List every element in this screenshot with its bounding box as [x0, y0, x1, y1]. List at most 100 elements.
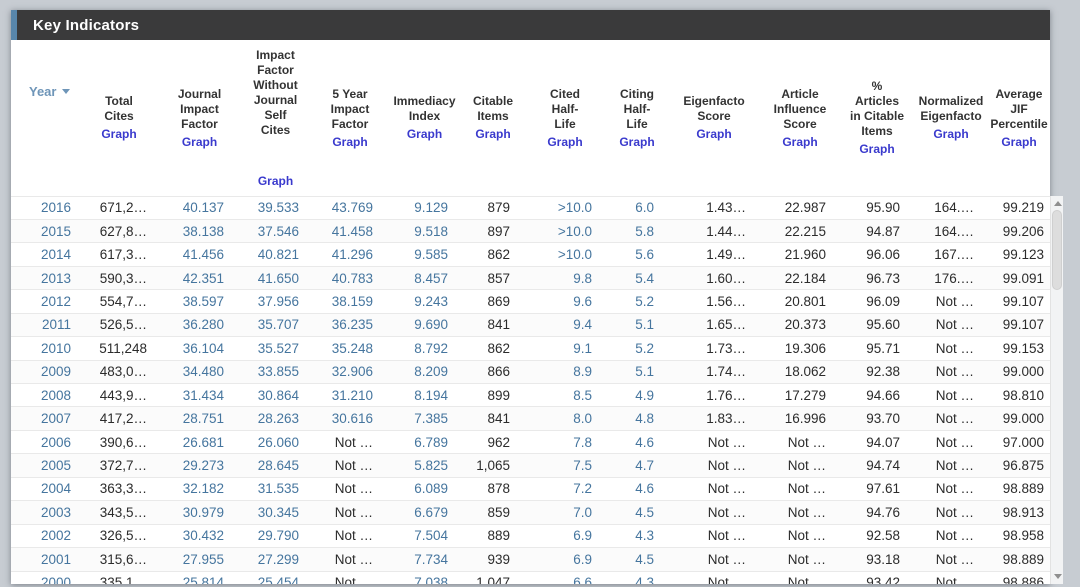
sort-descending-icon[interactable]: [62, 89, 70, 94]
impact-factor-without-journal-self-cites-cell[interactable]: 35.527: [238, 337, 313, 360]
citing-half-life-cell[interactable]: 5.8: [606, 219, 668, 242]
year-cell[interactable]: 2008: [11, 384, 77, 407]
journal-impact-factor-cell[interactable]: 36.280: [161, 313, 238, 336]
cited-half-life-cell[interactable]: 9.8: [524, 266, 606, 289]
citing-half-life-cell[interactable]: 4.8: [606, 407, 668, 430]
year-cell[interactable]: 2015: [11, 219, 77, 242]
immediacy-index-cell[interactable]: 6.789: [387, 430, 462, 453]
impact-factor-without-journal-self-cites-cell[interactable]: 33.855: [238, 360, 313, 383]
cited-half-life-cell[interactable]: 7.0: [524, 501, 606, 524]
impact-factor-without-journal-self-cites-cell[interactable]: 35.707: [238, 313, 313, 336]
journal-impact-factor-cell[interactable]: 30.979: [161, 501, 238, 524]
graph-link-five-year-impact-factor[interactable]: Graph: [315, 135, 385, 149]
graph-link-average-jif-percentile[interactable]: Graph: [990, 135, 1048, 149]
graph-link-impact-factor-without-journal-self-cites[interactable]: Graph: [240, 174, 311, 188]
immediacy-index-cell[interactable]: 8.792: [387, 337, 462, 360]
year-cell[interactable]: 2002: [11, 524, 77, 547]
scroll-down-icon[interactable]: [1054, 574, 1062, 579]
impact-factor-without-journal-self-cites-cell[interactable]: 28.263: [238, 407, 313, 430]
citing-half-life-cell[interactable]: 4.6: [606, 477, 668, 500]
year-cell[interactable]: 2013: [11, 266, 77, 289]
immediacy-index-cell[interactable]: 6.089: [387, 477, 462, 500]
citing-half-life-cell[interactable]: 5.1: [606, 360, 668, 383]
journal-impact-factor-cell[interactable]: 34.480: [161, 360, 238, 383]
year-cell[interactable]: 2007: [11, 407, 77, 430]
impact-factor-without-journal-self-cites-cell[interactable]: 39.533: [238, 196, 313, 219]
immediacy-index-cell[interactable]: 8.209: [387, 360, 462, 383]
citing-half-life-cell[interactable]: 4.7: [606, 454, 668, 477]
journal-impact-factor-cell[interactable]: 30.432: [161, 524, 238, 547]
cited-half-life-cell[interactable]: 8.9: [524, 360, 606, 383]
journal-impact-factor-cell[interactable]: 42.351: [161, 266, 238, 289]
cited-half-life-cell[interactable]: 6.6: [524, 571, 606, 584]
impact-factor-without-journal-self-cites-cell[interactable]: 41.650: [238, 266, 313, 289]
year-cell[interactable]: 2012: [11, 290, 77, 313]
graph-link-total-cites[interactable]: Graph: [79, 127, 159, 141]
immediacy-index-cell[interactable]: 7.734: [387, 548, 462, 571]
impact-factor-without-journal-self-cites-cell[interactable]: 26.060: [238, 430, 313, 453]
cited-half-life-cell[interactable]: >10.0: [524, 243, 606, 266]
year-cell[interactable]: 2005: [11, 454, 77, 477]
five-year-impact-factor-cell[interactable]: 36.235: [313, 313, 387, 336]
journal-impact-factor-cell[interactable]: 36.104: [161, 337, 238, 360]
journal-impact-factor-cell[interactable]: 28.751: [161, 407, 238, 430]
graph-link-article-influence-score[interactable]: Graph: [762, 135, 838, 149]
immediacy-index-cell[interactable]: 7.385: [387, 407, 462, 430]
five-year-impact-factor-cell[interactable]: 32.906: [313, 360, 387, 383]
graph-link-pct-articles-in-citable-items[interactable]: Graph: [842, 142, 912, 156]
citing-half-life-cell[interactable]: 4.3: [606, 524, 668, 547]
immediacy-index-cell[interactable]: 7.038: [387, 571, 462, 584]
year-cell[interactable]: 2016: [11, 196, 77, 219]
year-cell[interactable]: 2006: [11, 430, 77, 453]
citing-half-life-cell[interactable]: 5.1: [606, 313, 668, 336]
cited-half-life-cell[interactable]: 8.5: [524, 384, 606, 407]
cited-half-life-cell[interactable]: 7.8: [524, 430, 606, 453]
immediacy-index-cell[interactable]: 5.825: [387, 454, 462, 477]
journal-impact-factor-cell[interactable]: 40.137: [161, 196, 238, 219]
citing-half-life-cell[interactable]: 4.5: [606, 548, 668, 571]
year-cell[interactable]: 2001: [11, 548, 77, 571]
journal-impact-factor-cell[interactable]: 26.681: [161, 430, 238, 453]
journal-impact-factor-cell[interactable]: 41.456: [161, 243, 238, 266]
impact-factor-without-journal-self-cites-cell[interactable]: 27.299: [238, 548, 313, 571]
year-cell[interactable]: 2014: [11, 243, 77, 266]
journal-impact-factor-cell[interactable]: 29.273: [161, 454, 238, 477]
five-year-impact-factor-cell[interactable]: 43.769: [313, 196, 387, 219]
journal-impact-factor-cell[interactable]: 38.597: [161, 290, 238, 313]
five-year-impact-factor-cell[interactable]: 41.296: [313, 243, 387, 266]
graph-link-normalized-eigenfactor[interactable]: Graph: [916, 127, 986, 141]
cited-half-life-cell[interactable]: >10.0: [524, 196, 606, 219]
year-cell[interactable]: 2010: [11, 337, 77, 360]
year-cell[interactable]: 2004: [11, 477, 77, 500]
year-cell[interactable]: 2000: [11, 571, 77, 584]
cited-half-life-cell[interactable]: 6.9: [524, 548, 606, 571]
citing-half-life-cell[interactable]: 5.4: [606, 266, 668, 289]
immediacy-index-cell[interactable]: 9.585: [387, 243, 462, 266]
five-year-impact-factor-cell[interactable]: 35.248: [313, 337, 387, 360]
impact-factor-without-journal-self-cites-cell[interactable]: 28.645: [238, 454, 313, 477]
graph-link-journal-impact-factor[interactable]: Graph: [163, 135, 236, 149]
immediacy-index-cell[interactable]: 9.690: [387, 313, 462, 336]
impact-factor-without-journal-self-cites-cell[interactable]: 29.790: [238, 524, 313, 547]
cited-half-life-cell[interactable]: 9.1: [524, 337, 606, 360]
immediacy-index-cell[interactable]: 9.129: [387, 196, 462, 219]
citing-half-life-cell[interactable]: 5.2: [606, 337, 668, 360]
impact-factor-without-journal-self-cites-cell[interactable]: 25.454: [238, 571, 313, 584]
impact-factor-without-journal-self-cites-cell[interactable]: 40.821: [238, 243, 313, 266]
citing-half-life-cell[interactable]: 5.6: [606, 243, 668, 266]
journal-impact-factor-cell[interactable]: 38.138: [161, 219, 238, 242]
immediacy-index-cell[interactable]: 9.243: [387, 290, 462, 313]
vertical-scrollbar[interactable]: [1050, 196, 1063, 584]
cited-half-life-cell[interactable]: 8.0: [524, 407, 606, 430]
immediacy-index-cell[interactable]: 8.194: [387, 384, 462, 407]
impact-factor-without-journal-self-cites-cell[interactable]: 37.956: [238, 290, 313, 313]
scroll-up-icon[interactable]: [1054, 201, 1062, 206]
citing-half-life-cell[interactable]: 4.9: [606, 384, 668, 407]
journal-impact-factor-cell[interactable]: 31.434: [161, 384, 238, 407]
graph-link-cited-half-life[interactable]: Graph: [526, 135, 604, 149]
col-header-year[interactable]: Year: [11, 40, 77, 196]
cited-half-life-cell[interactable]: 9.4: [524, 313, 606, 336]
journal-impact-factor-cell[interactable]: 25.814: [161, 571, 238, 584]
citing-half-life-cell[interactable]: 4.5: [606, 501, 668, 524]
graph-link-citing-half-life[interactable]: Graph: [608, 135, 666, 149]
